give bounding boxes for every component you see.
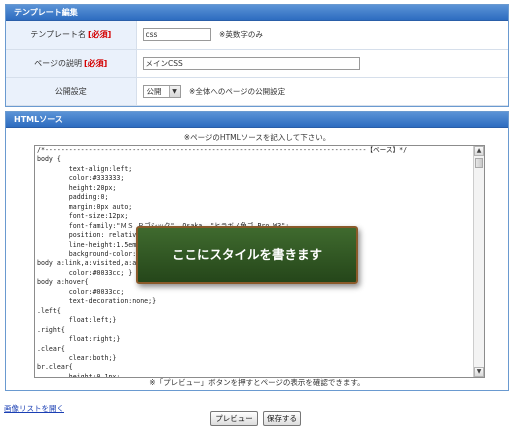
page-description-label: ページの説明 [必須] <box>6 49 137 78</box>
form-row-name: テンプレート名[必須] ※英数字のみ <box>6 21 508 50</box>
visibility-select[interactable]: 公開 ▼ <box>142 84 181 98</box>
open-image-list-link[interactable]: 画像リストを開く <box>4 403 64 414</box>
preview-button[interactable]: プレビュー <box>210 411 258 426</box>
save-button[interactable]: 保存する <box>263 411 301 426</box>
scroll-down-icon[interactable]: ▼ <box>474 367 484 377</box>
template-edit-panel: テンプレート編集 テンプレート名[必須] ※英数字のみ ページの説明[必須] 公… <box>5 4 509 107</box>
chevron-down-icon: ▼ <box>168 85 180 97</box>
required-mark: [必須] <box>84 58 108 68</box>
scroll-thumb[interactable] <box>475 158 483 168</box>
template-name-input[interactable] <box>142 28 211 42</box>
preview-hint: ※「プレビュー」ボタンを押すとページの表示を確認できます。 <box>149 378 365 387</box>
template-name-label: テンプレート名 [必須] <box>6 21 137 50</box>
page-description-input[interactable] <box>142 56 360 70</box>
template-name-note: ※英数字のみ <box>219 30 263 40</box>
visibility-label: 公開設定 <box>6 77 137 106</box>
template-edit-header: テンプレート編集 <box>6 5 508 21</box>
scroll-up-icon[interactable]: ▲ <box>474 146 484 156</box>
source-hint: ※ページのHTMLソースを記入して下さい。 <box>183 133 331 142</box>
textarea-scrollbar[interactable]: ▲ ▼ <box>473 146 484 377</box>
style-annotation-callout: ここにスタイルを書きます <box>136 226 358 284</box>
template-form: テンプレート名[必須] ※英数字のみ ページの説明[必須] 公開設定 公開▼ ※… <box>6 21 508 106</box>
form-row-description: ページの説明 [必須] <box>6 49 508 78</box>
visibility-note: ※全体へのページの公開設定 <box>189 86 286 96</box>
required-mark: [必須] <box>87 30 112 40</box>
form-row-visibility: 公開設定 公開 ▼ ※全体へのページの公開設定 <box>6 77 508 106</box>
html-source-header: HTMLソース <box>6 112 508 128</box>
